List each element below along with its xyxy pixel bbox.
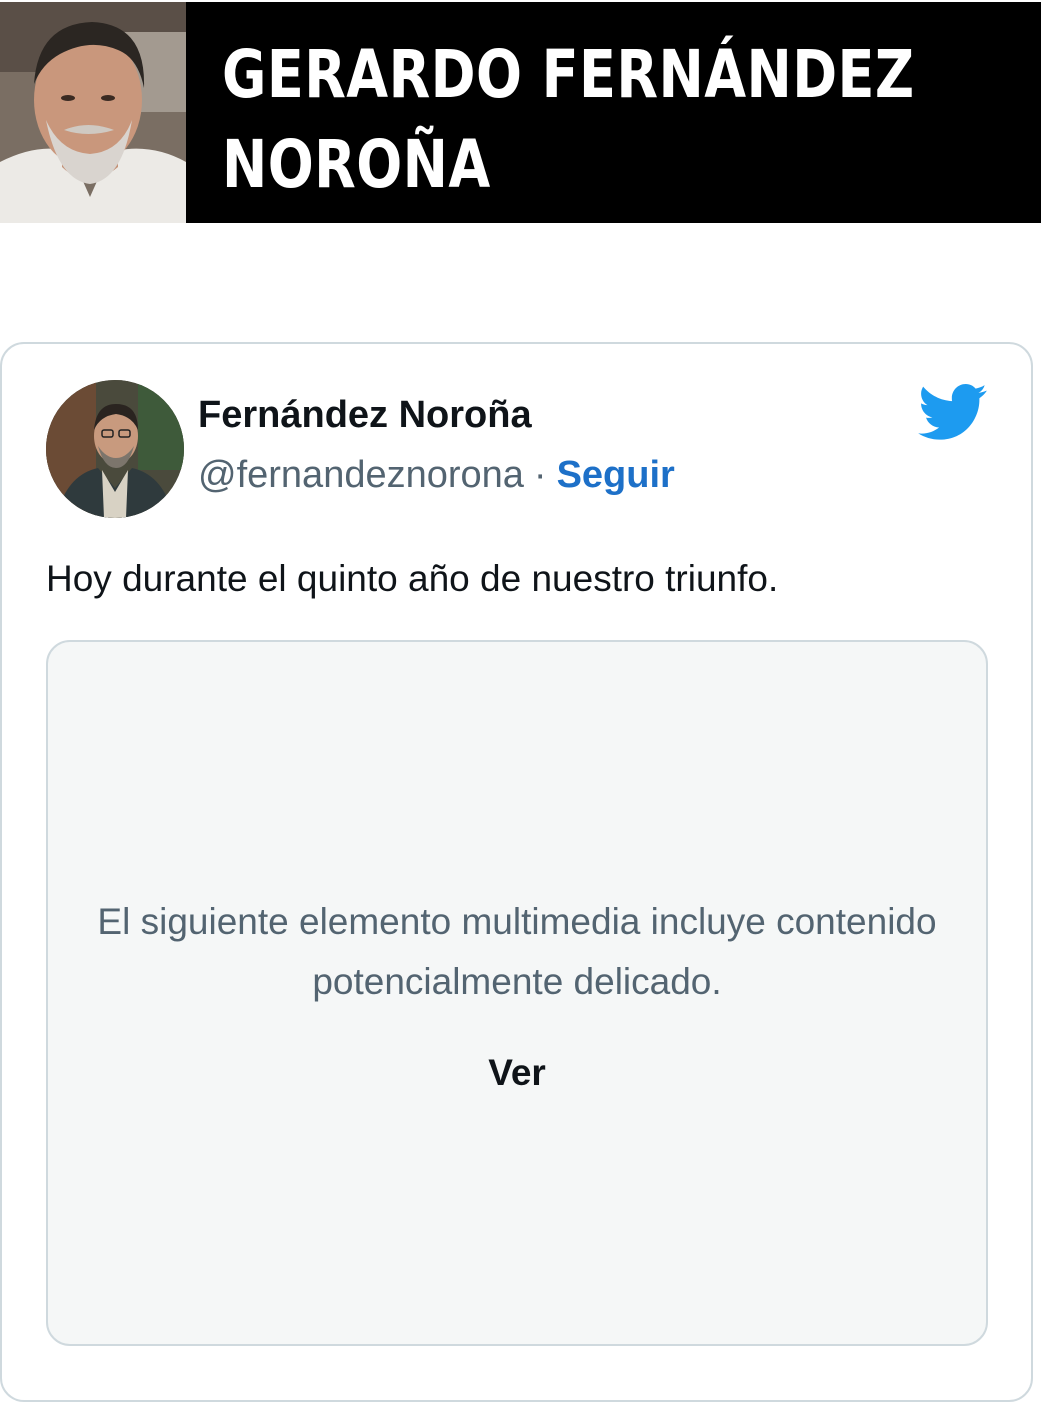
- author-handle-row: @fernandeznorona · Seguir: [198, 454, 675, 497]
- handle-separator: ·: [533, 454, 547, 496]
- follow-button[interactable]: Seguir: [557, 454, 675, 496]
- avatar-image: [46, 380, 184, 518]
- author-avatar[interactable]: [46, 380, 184, 518]
- author-display-name[interactable]: Fernández Noroña: [198, 394, 532, 437]
- view-media-button[interactable]: Ver: [48, 1052, 986, 1094]
- banner-title-line1: GERARDO FERNÁNDEZ: [222, 36, 915, 113]
- twitter-bird-svg: [918, 384, 987, 440]
- sensitive-media-warning: El siguiente elemento multimedia incluye…: [97, 901, 937, 1002]
- tweet-text: Hoy durante el quinto año de nuestro tri…: [46, 558, 779, 599]
- banner-title-line2: NOROÑA: [222, 126, 491, 203]
- sensitive-media-placeholder[interactable]: El siguiente elemento multimedia incluye…: [46, 640, 988, 1346]
- header-banner: GERARDO FERNÁNDEZ NOROÑA: [0, 2, 1041, 223]
- portrait-image: [0, 2, 186, 223]
- embedded-tweet-card: Fernández Noroña @fernandeznorona · Seguir…: [0, 342, 1033, 1402]
- author-handle[interactable]: @fernandeznorona: [198, 454, 524, 496]
- portrait-photo: [0, 2, 186, 223]
- twitter-bird-icon[interactable]: [918, 384, 988, 442]
- banner-title: GERARDO FERNÁNDEZ NOROÑA: [222, 30, 915, 210]
